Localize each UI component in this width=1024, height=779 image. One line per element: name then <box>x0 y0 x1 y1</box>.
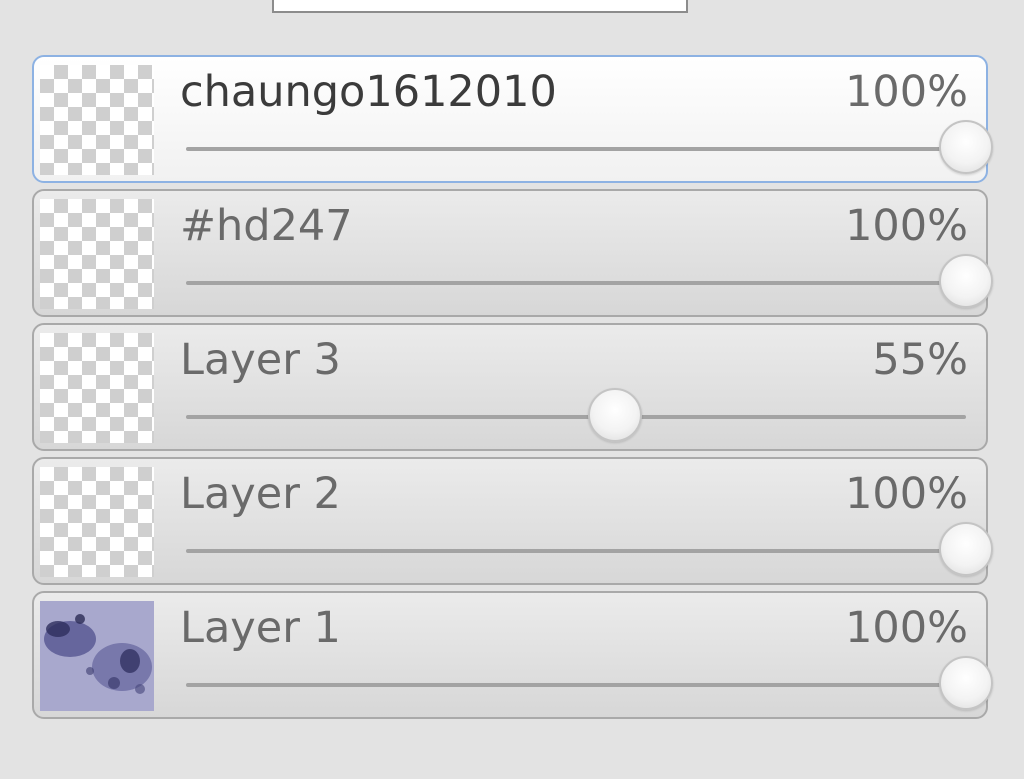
opacity-slider-track[interactable] <box>186 388 966 442</box>
layer-row[interactable]: Layer 2 100% <box>32 457 993 585</box>
layer-thumbnail <box>40 601 154 711</box>
layer-opacity-value: 55% <box>872 335 968 385</box>
opacity-slider-knob[interactable] <box>939 656 993 710</box>
opacity-slider-knob[interactable] <box>588 388 642 442</box>
purple-texture-image <box>40 601 154 711</box>
opacity-slider-knob[interactable] <box>939 522 993 576</box>
layer-thumbnail <box>40 333 154 443</box>
opacity-slider-knob[interactable] <box>939 120 993 174</box>
layer-opacity-value: 100% <box>845 469 968 519</box>
layer-thumbnail <box>40 65 154 175</box>
opacity-slider-track[interactable] <box>186 254 993 308</box>
layer-name: #hd247 <box>180 201 353 251</box>
layer-opacity-value: 100% <box>845 201 968 251</box>
layer-row[interactable]: #hd247 100% <box>32 189 993 317</box>
layer-row[interactable]: chaungo1612010 100% <box>32 55 993 183</box>
opacity-slider-track[interactable] <box>186 522 993 576</box>
layers-panel: chaungo1612010 100% #hd247 100% Layer 3 … <box>32 55 993 725</box>
layer-name: chaungo1612010 <box>180 67 557 117</box>
layer-name: Layer 3 <box>180 335 341 385</box>
layer-opacity-value: 100% <box>845 603 968 653</box>
layer-row[interactable]: Layer 1 100% <box>32 591 993 719</box>
top-input-box[interactable] <box>272 0 688 13</box>
opacity-slider-track[interactable] <box>186 656 993 710</box>
layer-thumbnail <box>40 467 154 577</box>
layer-name: Layer 1 <box>180 603 341 653</box>
layer-name: Layer 2 <box>180 469 341 519</box>
layer-row[interactable]: Layer 3 55% <box>32 323 988 451</box>
opacity-slider-knob[interactable] <box>939 254 993 308</box>
layer-opacity-value: 100% <box>845 67 968 117</box>
layer-thumbnail <box>40 199 154 309</box>
opacity-slider-track[interactable] <box>186 120 993 174</box>
